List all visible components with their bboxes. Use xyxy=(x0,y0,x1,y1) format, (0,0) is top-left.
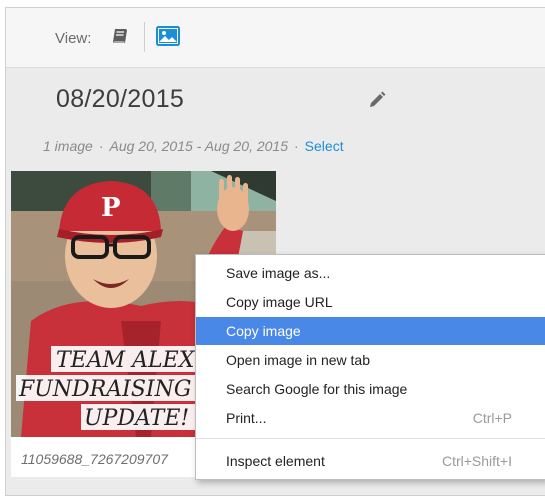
menu-item-copy-image-url[interactable]: Copy image URL xyxy=(196,288,545,316)
view-toolbar: View: xyxy=(6,8,545,68)
pencil-icon[interactable] xyxy=(368,91,386,109)
image-icon[interactable] xyxy=(156,26,180,46)
menu-item-inspect-element[interactable]: Inspect element Ctrl+Shift+I xyxy=(196,447,545,475)
menu-separator xyxy=(196,438,545,439)
toolbar-divider xyxy=(144,22,145,52)
menu-item-shortcut: Ctrl+Shift+I xyxy=(441,453,512,469)
menu-item-label: Open image in new tab xyxy=(226,352,370,368)
overlay-line-1: TEAM ALEX xyxy=(56,348,196,373)
view-label: View: xyxy=(55,30,92,47)
image-count: 1 image xyxy=(43,138,93,154)
menu-item-save-image-as[interactable]: Save image as... xyxy=(196,259,545,287)
book-icon[interactable] xyxy=(112,27,130,45)
menu-item-label: Copy image xyxy=(226,323,301,339)
menu-item-label: Copy image URL xyxy=(226,294,333,310)
album-date-title: 08/20/2015 xyxy=(56,85,185,113)
menu-item-label: Print... xyxy=(226,410,267,426)
meta-separator: · xyxy=(294,138,299,154)
date-range: Aug 20, 2015 - Aug 20, 2015 xyxy=(109,138,288,154)
menu-item-label: Inspect element xyxy=(226,453,325,469)
menu-item-search-google-image[interactable]: Search Google for this image xyxy=(196,375,545,403)
menu-item-label: Search Google for this image xyxy=(226,381,408,397)
menu-item-copy-image[interactable]: Copy image xyxy=(196,317,545,345)
album-meta: 1 image · Aug 20, 2015 - Aug 20, 2015 · Sele… xyxy=(43,138,344,154)
overlay-line-3: UPDATE! xyxy=(84,406,189,431)
context-menu: Save image as... Copy image URL Copy ima… xyxy=(195,254,545,480)
menu-item-open-image-new-tab[interactable]: Open image in new tab xyxy=(196,346,545,374)
menu-item-shortcut: Ctrl+P xyxy=(472,410,512,426)
menu-item-label: Save image as... xyxy=(226,265,331,281)
select-link[interactable]: Select xyxy=(305,138,344,154)
meta-separator: · xyxy=(98,138,104,154)
overlay-line-2: FUNDRAISING xyxy=(18,377,191,402)
svg-text:P: P xyxy=(101,193,121,223)
menu-item-print[interactable]: Print... Ctrl+P xyxy=(196,404,545,432)
